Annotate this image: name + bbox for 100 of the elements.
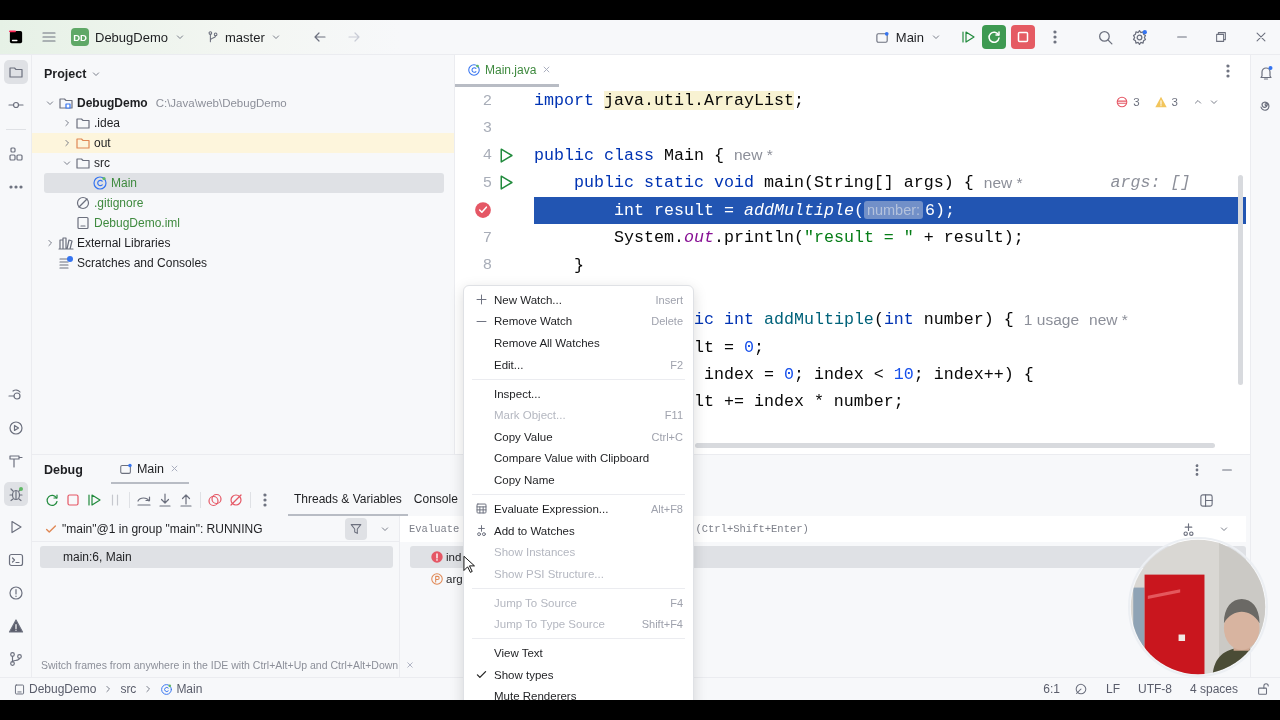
code-line: System.out.println("result = " + result); [613,228,1024,248]
hint-text: Switch frames from anywhere in the IDE with Ctrl+Alt+Up and Ctrl+Alt+Down [41,659,399,671]
settings-icon[interactable] [1131,28,1148,46]
resume-icon[interactable] [960,29,976,45]
notifications-icon[interactable] [1257,65,1274,81]
breadcrumb[interactable]: DebugDemo [10,682,100,696]
libraries-icon [58,235,74,251]
frame-item[interactable]: main:6, Main [40,546,393,568]
endpoints-icon [7,387,24,403]
restore-icon[interactable] [1214,30,1228,44]
scrollbar[interactable] [695,443,1215,448]
tab[interactable]: Console [407,484,464,516]
breadcrumb[interactable]: Main [157,682,206,696]
step-out-icon[interactable] [178,492,194,508]
keyboard-shortcut: F4 [670,596,683,609]
tool-window-button[interactable] [3,60,28,84]
menu-item[interactable]: New Watch... Insert [464,289,693,311]
close-icon[interactable] [1254,30,1268,44]
toolbar-dropdown[interactable]: DD DebugDemo [65,25,192,49]
project-view-selector[interactable]: Project [44,67,103,81]
menu-icon[interactable] [41,29,57,45]
structure-icon [7,146,24,162]
calculator-icon [475,502,488,516]
code-line: index = 0; index < 10; index++) { [703,365,1034,385]
parameter-icon [430,572,444,586]
stop-icon [1015,29,1031,45]
menu-item[interactable]: Inspect... [464,382,693,405]
tree-item[interactable]: src [44,153,444,173]
project-badge: DD [71,28,89,46]
thread-selector[interactable]: "main"@1 in group "main": RUNNING [44,521,345,536]
panel-title: Debug [44,462,83,477]
tree-item[interactable]: DebugDemo C:\Java\web\DebugDemo [44,93,444,113]
error-icon [430,550,444,564]
session-tab[interactable]: Main [110,455,189,484]
indent-setting[interactable]: 4 spaces [1189,682,1238,696]
breakpoints-icon[interactable] [207,492,223,508]
filter-icon [349,521,363,536]
class-icon [92,175,108,191]
search-icon[interactable] [1097,28,1114,46]
inlay-hint: 1 usage [1023,310,1079,329]
line-separator[interactable]: LF [1105,682,1120,696]
line-number: 8 [482,256,492,275]
tree-item[interactable]: External Libraries [44,233,444,253]
file-icon [13,682,26,696]
branch-icon [206,30,220,44]
tree-item[interactable]: .gitignore [44,193,444,213]
code-line: public static void main(String[] args) { [574,173,974,193]
file-icon [75,215,91,231]
inlay-hint: new * [983,173,1023,192]
cursor-position[interactable]: 6:1 [1043,682,1060,696]
filter-button[interactable] [345,517,367,540]
layout-icon[interactable] [1199,492,1214,508]
warning-count: 3 [1171,96,1178,108]
branch-selector[interactable]: master [200,26,288,48]
tree-item[interactable]: out [32,133,454,153]
step-into-icon[interactable] [157,492,173,508]
menu-item[interactable]: Mute Renderers [464,685,693,700]
build-icon [7,453,24,469]
tree-item[interactable]: Scratches and Consoles [44,253,444,273]
error-icon[interactable] [1115,95,1130,109]
menu-item[interactable]: Remove Watch Delete [464,310,693,333]
value-hint: args: [] [1110,173,1191,193]
stop-button[interactable] [1011,25,1035,49]
minus-icon [475,319,488,323]
folder-icon [75,155,91,171]
menu-item[interactable]: View Text [464,642,693,665]
rerun-icon[interactable] [44,492,60,508]
editor-tab[interactable]: Main.java [455,55,560,87]
debug-icon [7,486,24,502]
file-encoding[interactable]: UTF-8 [1137,682,1172,696]
tab[interactable]: Threads & Variables [288,484,408,516]
menu-item[interactable]: Copy Value Ctrl+C [464,425,693,448]
debug-button[interactable] [982,25,1006,49]
git-icon [7,651,24,667]
stop-icon[interactable] [65,492,81,508]
breadcrumb[interactable]: src [117,682,140,696]
tool-window-button[interactable] [3,482,28,506]
scrollbar[interactable] [1238,175,1243,385]
menu-item[interactable]: Add to Watches [464,519,693,542]
add-watch-icon[interactable] [1181,521,1196,537]
keyboard-shortcut: Alt+F8 [650,502,683,515]
menu-item[interactable]: Show types [464,664,693,686]
resume-icon[interactable] [86,492,102,508]
scratch-file-icon [58,255,74,271]
run-configuration-selector[interactable]: Main [868,26,948,48]
lock-icon[interactable] [1256,682,1270,696]
line-number: 2 [482,91,492,110]
breakpoint-icon[interactable] [474,201,492,220]
tree-item[interactable]: .idea [44,113,444,133]
line-number: 4 [482,146,492,165]
mute-breakpoints-icon[interactable] [228,492,244,508]
line-number: 7 [482,228,492,247]
menu-item[interactable]: Edit... F2 [464,353,693,376]
tree-item[interactable]: DebugDemo.iml [44,213,444,233]
add-watch-icon [475,524,488,537]
keyboard-shortcut: F2 [670,358,683,371]
menu-item[interactable]: Copy Name [464,469,693,491]
app-logo-icon[interactable] [9,30,23,44]
menu-item[interactable]: Remove All Watches [464,332,693,354]
menu-item[interactable]: Compare Value with Clipboard [464,447,693,470]
